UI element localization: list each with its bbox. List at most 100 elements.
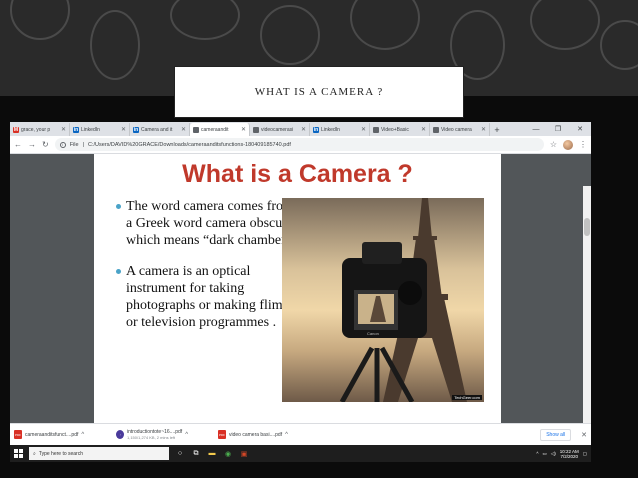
url-scheme: File [69, 141, 79, 148]
tab-label: LinkedIn [321, 126, 340, 133]
chevron-up-icon[interactable]: ^ [185, 432, 188, 438]
bullet-dot [116, 269, 121, 274]
search-icon: ⌕ [33, 450, 36, 457]
camera-illustration: Canon [339, 198, 467, 402]
browser-tab[interactable]: Video+Basic ✕ [370, 123, 430, 136]
browser-tab[interactable]: Mgrace, your p ✕ [10, 123, 70, 136]
photo-watermark: TechGeer.com [452, 395, 482, 400]
slide-title: WHAT IS A CAMERA ? [254, 86, 384, 98]
download-name: cameraanditsfunct....pdf [25, 431, 79, 438]
download-progress-text: 1,150/1,274 KB, 2 mins left [127, 435, 176, 440]
browser-tab[interactable]: in Camera and it ✕ [130, 123, 190, 136]
window-controls: — ❐ ✕ [525, 122, 591, 136]
system-tray: ^ ▭ ◁) 10:22 AM 7/2/2020 ▢ [536, 449, 587, 459]
scrollbar-thumb[interactable] [584, 218, 590, 236]
bullet-text: The word camera comes from a Greek word … [126, 199, 294, 248]
chevron-up-icon[interactable]: ^ [285, 432, 288, 438]
tray-up-icon[interactable]: ^ [536, 451, 538, 456]
browser-tab[interactable]: Video camera ✕ [430, 123, 490, 136]
url-text: C:/Users/DAVID%20GRACE/Downloads/cameraa… [88, 141, 291, 148]
close-downloads-icon[interactable]: ✕ [581, 431, 587, 439]
task-view-icon[interactable]: ⧉ [191, 449, 201, 459]
tab-close-icon[interactable]: ✕ [241, 126, 246, 133]
pdf-page: What is a Camera ? The word camera comes… [94, 154, 501, 423]
windows-taskbar: ⌕ Type here to search ○ ⧉ ▬ ◉ ▣ ^ ▭ ◁) 1… [10, 445, 591, 462]
menu-icon[interactable]: ⋮ [579, 140, 587, 149]
chrome-icon[interactable]: ◉ [223, 449, 233, 459]
pdf-file-icon: PDF [14, 430, 22, 439]
download-item[interactable]: PDF cameraanditsfunct....pdf ^ [14, 430, 106, 439]
tab-close-icon[interactable]: ✕ [301, 126, 306, 133]
tab-close-icon[interactable]: ✕ [421, 126, 426, 133]
windows-start-icon[interactable] [14, 449, 23, 458]
back-icon[interactable]: ← [14, 140, 22, 149]
tab-close-icon[interactable]: ✕ [121, 126, 126, 133]
camera-eiffel-photo: Canon TechGeer.com [282, 198, 484, 402]
cortana-icon[interactable]: ○ [175, 449, 185, 459]
clock[interactable]: 10:22 AM 7/2/2020 [560, 449, 579, 459]
new-tab-button[interactable]: + [490, 123, 504, 136]
close-window-icon[interactable]: ✕ [569, 122, 591, 136]
browser-tab[interactable]: cameraandit ✕ [190, 123, 250, 136]
chevron-up-icon[interactable]: ^ [81, 432, 84, 438]
bullet-item: The word camera comes from a Greek word … [116, 198, 296, 249]
info-icon[interactable]: i [59, 141, 66, 148]
notifications-icon[interactable]: ▢ [583, 451, 587, 457]
tab-label: Camera and it [141, 126, 173, 133]
clock-time: 10:22 AM [559, 448, 579, 454]
globe-icon [253, 126, 259, 133]
slide-title-box: WHAT IS A CAMERA ? [174, 66, 464, 118]
search-placeholder: Type here to search [38, 450, 84, 457]
svg-text:Canon: Canon [367, 331, 379, 336]
pdf-viewer: What is a Camera ? The word camera comes… [10, 154, 591, 455]
tab-label: LinkedIn [81, 126, 100, 133]
forward-icon[interactable]: → [28, 140, 36, 149]
linkedin-icon: in [313, 126, 319, 133]
tab-close-icon[interactable]: ✕ [61, 126, 66, 133]
tab-label: videocamerasi [261, 126, 294, 133]
doc-icon [373, 126, 379, 133]
download-name: video camera basi....pdf [229, 431, 283, 438]
download-item[interactable]: ◔ introductiontote~16....pdf 1,150/1,274… [116, 429, 208, 440]
taskbar-search[interactable]: ⌕ Type here to search [29, 447, 169, 460]
maximize-icon[interactable]: ❐ [547, 122, 569, 136]
tab-label: cameraandit [201, 126, 229, 133]
pdf-file-icon: ◔ [116, 430, 124, 439]
download-item[interactable]: PDF video camera basi....pdf ^ [218, 430, 310, 439]
address-bar: ← → ↻ i File | C:/Users/DAVID%20GRACE/Do… [10, 136, 591, 154]
reload-icon[interactable]: ↻ [42, 140, 49, 149]
gmail-icon: M [13, 126, 19, 133]
omnibox[interactable]: i File | C:/Users/DAVID%20GRACE/Download… [54, 138, 544, 151]
show-all-button[interactable]: Show all [540, 428, 572, 441]
bullet-item: A camera is an optical instrument for ta… [116, 263, 296, 331]
browser-tab[interactable]: in LinkedIn ✕ [310, 123, 370, 136]
minimize-icon[interactable]: — [525, 122, 547, 136]
url-divider: | [82, 141, 85, 148]
browser-tab[interactable]: in LinkedIn ✕ [70, 123, 130, 136]
network-icon[interactable]: ▭ [542, 451, 546, 457]
tab-label: Video camera [441, 126, 472, 133]
doc-icon [433, 126, 439, 133]
tab-label: grace, your p [21, 126, 51, 133]
bullet-dot [116, 204, 121, 209]
profile-avatar[interactable] [563, 139, 573, 150]
download-info: introductiontote~16....pdf 1,150/1,274 K… [127, 429, 182, 440]
tab-close-icon[interactable]: ✕ [361, 126, 366, 133]
bullet-list: The word camera comes from a Greek word … [116, 198, 296, 345]
browser-tab[interactable]: videocamerasi ✕ [250, 123, 310, 136]
pdf-file-icon: PDF [218, 430, 226, 439]
pdf-scrollbar[interactable] [583, 186, 591, 455]
browser-window: Mgrace, your p ✕ in LinkedIn ✕ in Camera and i… [10, 122, 591, 462]
download-shelf: PDF cameraanditsfunct....pdf ^ ◔ introdu… [10, 423, 591, 445]
file-explorer-icon[interactable]: ▬ [207, 449, 217, 459]
bullet-text: A camera is an optical instrument for ta… [126, 264, 289, 330]
pdf-heading: What is a Camera ? [182, 160, 413, 188]
volume-icon[interactable]: ◁) [551, 451, 556, 457]
bookmark-star-icon[interactable]: ☆ [550, 140, 557, 149]
tab-close-icon[interactable]: ✕ [181, 126, 186, 133]
clock-date: 7/2/2020 [560, 453, 578, 459]
powerpoint-icon[interactable]: ▣ [239, 449, 249, 459]
linkedin-icon: in [133, 126, 139, 133]
linkedin-icon: in [73, 126, 79, 133]
tab-close-icon[interactable]: ✕ [481, 126, 486, 133]
